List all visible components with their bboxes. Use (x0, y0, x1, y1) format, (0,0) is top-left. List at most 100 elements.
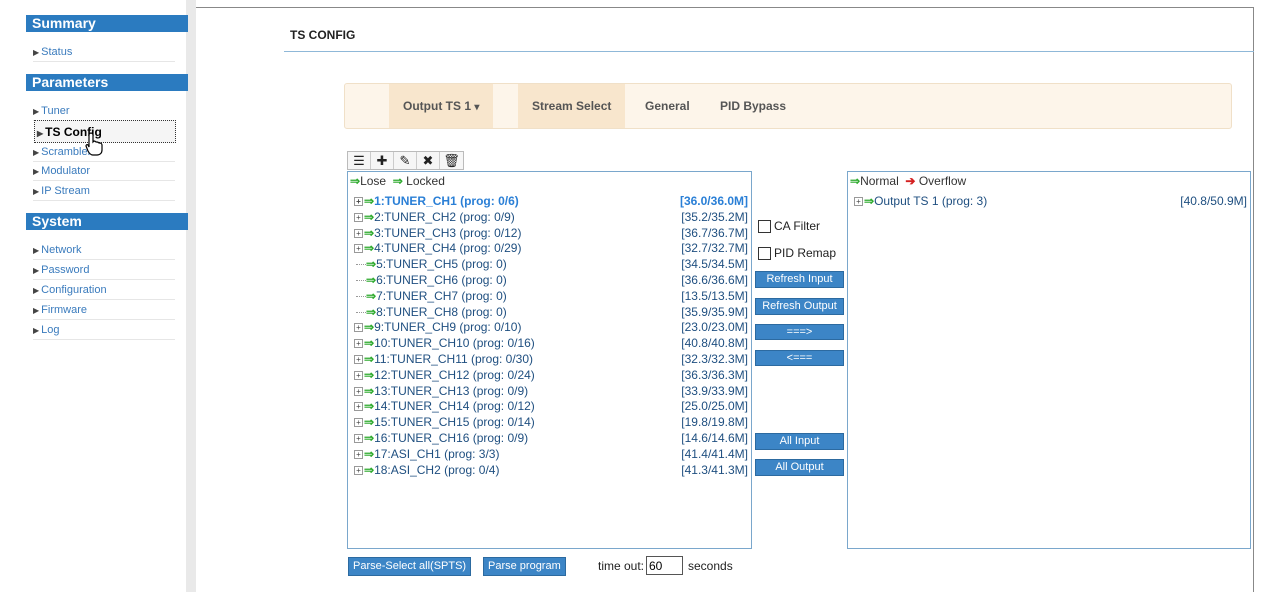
triangle-right-icon: ▶ (33, 167, 40, 176)
expand-icon[interactable]: + (354, 370, 363, 380)
parse-program-button[interactable]: Parse program (483, 557, 566, 576)
row-label: 3:TUNER_CH3 (prog: 0/12) (374, 225, 522, 240)
tab-output-ts[interactable]: Output TS 1 ▾ (389, 84, 494, 128)
expand-icon[interactable]: + (354, 402, 363, 412)
sidebar-item-firmware[interactable]: ▶ Firmware (33, 301, 175, 320)
timeout-label: time out: (598, 559, 645, 573)
row-label: 16:TUNER_CH16 (prog: 0/9) (374, 431, 529, 445)
checkbox-box[interactable] (758, 247, 771, 260)
sidebar-item-modulator[interactable]: ▶ Modulator (33, 162, 175, 181)
tree-row[interactable]: + ⇒16:TUNER_CH16 (prog: 0/9) (354, 431, 528, 446)
tree-row[interactable]: ⇒7:TUNER_CH7 (prog: 0) (354, 289, 507, 304)
arrow-right-icon: ⇒ (364, 383, 375, 398)
expand-icon[interactable]: + (354, 465, 363, 475)
row-label: 18:ASI_CH2 (prog: 0/4) (374, 462, 500, 477)
expand-icon[interactable]: + (354, 434, 363, 443)
expand-icon[interactable]: + (354, 228, 363, 238)
tree-row[interactable]: + ⇒9:TUNER_CH9 (prog: 0/10) (354, 320, 521, 335)
checkbox-box[interactable] (758, 220, 771, 233)
parse-select-all-button[interactable]: Parse-Select all(SPTS) (348, 557, 472, 576)
close-icon[interactable]: ✖ (417, 152, 440, 169)
pencil-icon[interactable]: ✎ (394, 152, 417, 169)
row-label: 7:TUNER_CH7 (prog: 0) (376, 288, 507, 303)
list-icon[interactable]: ☰ (348, 152, 371, 169)
arrow-right-icon: ⇒ (364, 352, 375, 366)
tree-row[interactable]: + ⇒13:TUNER_CH13 (prog: 0/9) (354, 384, 528, 399)
tree-row[interactable]: ⇒6:TUNER_CH6 (prog: 0) (354, 273, 507, 288)
timeout-input[interactable] (646, 556, 683, 575)
tree-row[interactable]: + ⇒14:TUNER_CH14 (prog: 0/12) (354, 399, 535, 414)
tree-row[interactable]: + ⇒12:TUNER_CH12 (prog: 0/24) (354, 368, 535, 383)
arrow-right-icon: ⇒ (364, 399, 375, 414)
expand-icon[interactable]: + (354, 449, 363, 459)
trash-icon[interactable]: 🗑 (440, 152, 463, 169)
sidebar-item-tuner[interactable]: ▶ Tuner (33, 102, 175, 121)
sidebar-item-label: Status (41, 46, 73, 58)
expand-icon[interactable]: + (354, 323, 363, 333)
tree-row[interactable]: + ⇒4:TUNER_CH4 (prog: 0/29) (354, 241, 521, 256)
tree-row[interactable]: + ⇒Output TS 1 (prog: 3) (854, 194, 987, 209)
pid-remap-label: PID Remap (774, 246, 837, 260)
row-label: 5:TUNER_CH5 (prog: 0) (376, 257, 507, 272)
row-bitrate: [33.9/33.9M] (681, 383, 748, 398)
section-parameters: Parameters (26, 74, 188, 91)
row-bitrate: [35.9/35.9M] (681, 304, 748, 319)
all-output-button[interactable]: All Output (755, 459, 844, 476)
tree-row[interactable]: + ⇒18:ASI_CH2 (prog: 0/4) (354, 463, 499, 478)
sidebar-item-status[interactable]: ▶ Status (33, 43, 175, 62)
tree-row[interactable]: + ⇒15:TUNER_CH15 (prog: 0/14) (354, 415, 535, 430)
expand-icon[interactable]: + (354, 386, 363, 396)
arrow-right-icon: ⇒ (850, 174, 861, 188)
tree-row[interactable]: + ⇒11:TUNER_CH11 (prog: 0/30) (354, 352, 533, 367)
sidebar-item-configuration[interactable]: ▶ Configuration (33, 281, 175, 300)
section-summary: Summary (26, 15, 188, 32)
tree-row[interactable]: + ⇒1:TUNER_CH1 (prog: 0/6) (354, 194, 519, 209)
expand-icon[interactable]: + (854, 197, 863, 206)
sidebar-item-ts-config[interactable]: ▶ TS Config (34, 120, 176, 143)
move-left-button[interactable]: <=== (755, 350, 844, 366)
tree-row[interactable]: + ⇒10:TUNER_CH10 (prog: 0/16) (354, 336, 535, 351)
output-stream-panel: ⇒Normal ➔ Overflow + ⇒Output TS 1 (prog: … (847, 171, 1251, 549)
expand-icon[interactable]: + (354, 355, 363, 364)
arrow-right-icon: ⇒ (364, 209, 375, 224)
expand-icon[interactable]: + (354, 418, 363, 428)
sidebar-item-password[interactable]: ▶ Password (33, 261, 175, 280)
tree-row[interactable]: + ⇒17:ASI_CH1 (prog: 3/3) (354, 447, 499, 462)
row-bitrate: [40.8/50.9M] (1180, 194, 1247, 208)
refresh-input-button[interactable]: Refresh Input (755, 271, 844, 288)
row-label: 14:TUNER_CH14 (prog: 0/12) (374, 399, 535, 414)
arrow-right-icon: ⇒ (364, 462, 375, 477)
sidebar-item-label: Configuration (41, 284, 107, 296)
tab-stream-select[interactable]: Stream Select (518, 84, 626, 128)
arrow-right-icon: ⇒ (364, 336, 375, 351)
sidebar-item-scrambler[interactable]: ▶ Scrambler (33, 143, 175, 162)
arrow-right-icon: ⇒ (389, 174, 403, 188)
sidebar-item-label: Scrambler (41, 146, 92, 158)
sidebar-item-network[interactable]: ▶ Network (33, 241, 175, 260)
sidebar-item-label: Log (41, 324, 60, 336)
tree-row[interactable]: + ⇒2:TUNER_CH2 (prog: 0/9) (354, 210, 515, 225)
sidebar-item-ip-stream[interactable]: ▶ IP Stream (33, 182, 175, 201)
arrow-right-icon: ⇒ (366, 257, 377, 272)
refresh-output-button[interactable]: Refresh Output (755, 298, 844, 315)
tab-pid-bypass[interactable]: PID Bypass (720, 84, 786, 128)
expand-icon[interactable]: + (354, 212, 363, 222)
expand-icon[interactable]: + (354, 339, 363, 349)
plus-icon[interactable]: ✚ (371, 152, 394, 169)
tab-general[interactable]: General (645, 84, 690, 128)
arrow-right-icon: ⇒ (366, 288, 377, 303)
pid-remap-checkbox[interactable]: PID Remap (758, 246, 836, 260)
move-right-button[interactable]: ===> (755, 324, 844, 340)
ca-filter-checkbox[interactable]: CA Filter (758, 219, 820, 233)
row-bitrate: [32.7/32.7M] (681, 241, 748, 256)
tree-row[interactable]: ⇒8:TUNER_CH8 (prog: 0) (354, 305, 507, 320)
row-label: 2:TUNER_CH2 (prog: 0/9) (374, 209, 515, 224)
row-bitrate: [32.3/32.3M] (681, 352, 748, 366)
sidebar-item-log[interactable]: ▶ Log (33, 321, 175, 340)
row-label: 6:TUNER_CH6 (prog: 0) (376, 273, 507, 287)
expand-icon[interactable]: + (354, 244, 363, 254)
tree-row[interactable]: ⇒5:TUNER_CH5 (prog: 0) (354, 257, 507, 272)
expand-icon[interactable]: + (354, 197, 363, 206)
tree-row[interactable]: + ⇒3:TUNER_CH3 (prog: 0/12) (354, 226, 521, 241)
all-input-button[interactable]: All Input (755, 433, 844, 450)
